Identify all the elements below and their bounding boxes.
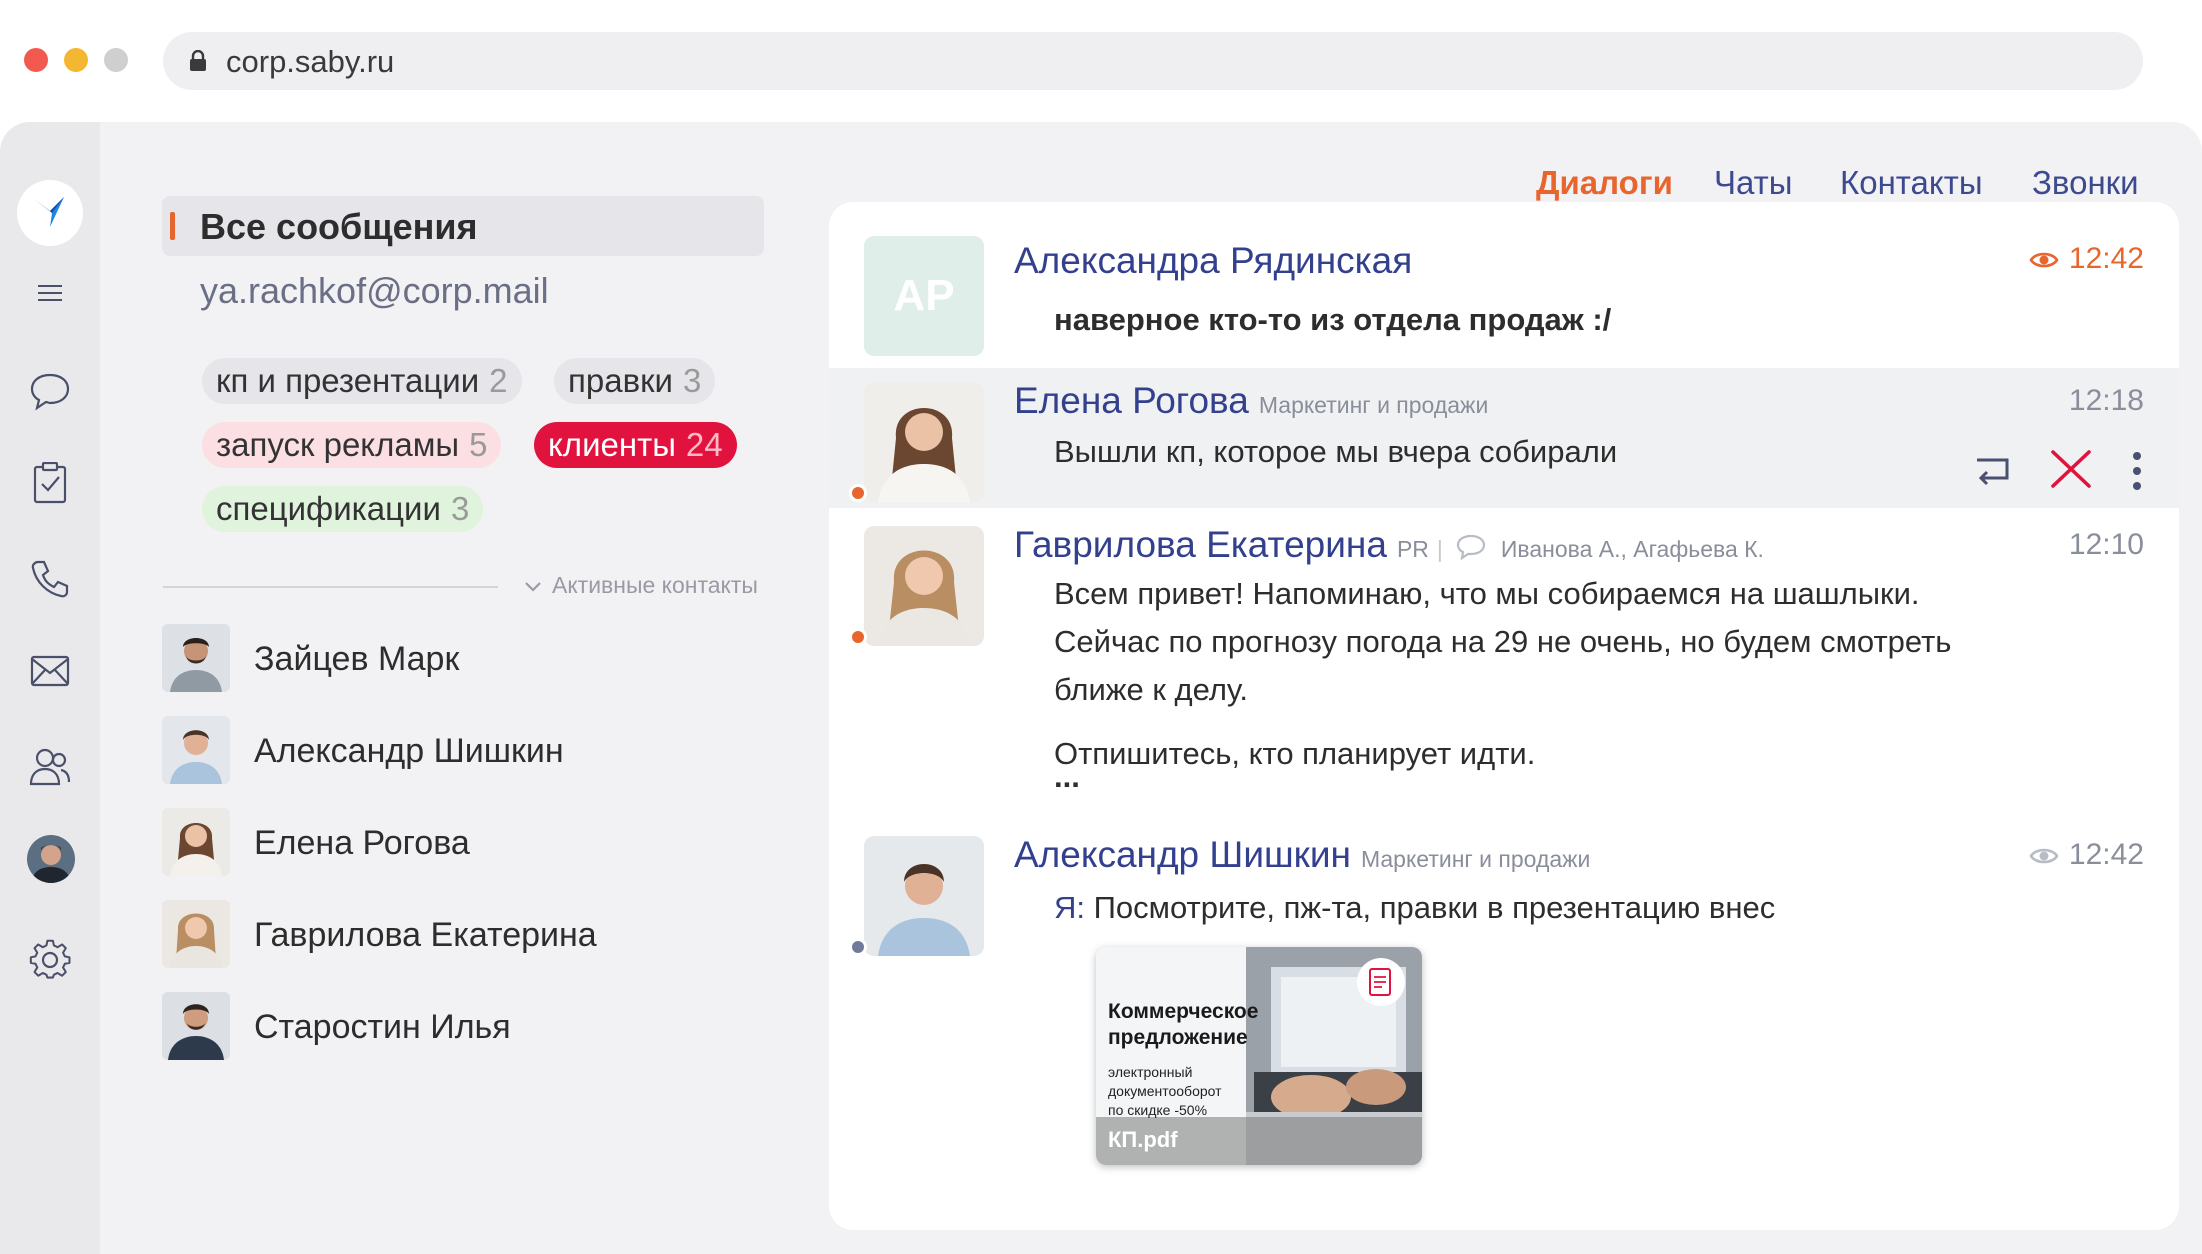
active-marker bbox=[170, 212, 175, 240]
folder-chip[interactable]: запуск рекламы 5 bbox=[202, 422, 502, 468]
minimize-window-button[interactable] bbox=[64, 48, 88, 72]
status-dot bbox=[849, 484, 867, 502]
folder-chip[interactable]: спецификации 3 bbox=[202, 486, 484, 532]
tab-dialogs[interactable]: Диалоги bbox=[1536, 164, 1673, 216]
divider bbox=[163, 586, 498, 588]
contact-name: Александр Шишкин bbox=[254, 732, 564, 770]
avatar bbox=[864, 382, 984, 502]
all-messages-label: Все сообщения bbox=[200, 206, 478, 247]
avatar bbox=[864, 526, 984, 646]
status-dot bbox=[849, 628, 867, 646]
avatar bbox=[864, 836, 984, 956]
tab-contacts[interactable]: Контакты bbox=[1840, 164, 1983, 202]
contact-item[interactable]: Старостин Илья bbox=[162, 992, 722, 1062]
message-text: Я: Посмотрите, пж-та, правки в презентац… bbox=[1054, 890, 1776, 925]
chat-icon[interactable] bbox=[25, 366, 75, 416]
sender-name[interactable]: Александра Рядинская bbox=[1014, 240, 1412, 282]
group-chat-icon bbox=[1456, 535, 1485, 561]
tab-chats[interactable]: Чаты bbox=[1714, 164, 1792, 202]
active-contacts-toggle[interactable]: Активные контакты bbox=[524, 572, 758, 599]
sender-name[interactable]: Елена Рогова Маркетинг и продажи bbox=[1014, 380, 1488, 422]
url-text: corp.saby.ru bbox=[226, 44, 395, 79]
message-time: 12:10 bbox=[2068, 528, 2144, 561]
tab-calls[interactable]: Звонки bbox=[2032, 164, 2139, 202]
attachment-title: Коммерческое предложение bbox=[1108, 1000, 1259, 1049]
message-time: 12:18 bbox=[2068, 384, 2144, 417]
folders-panel: Все сообщения ya.rachkof@corp.mail кп и … bbox=[100, 122, 800, 1254]
browser-chrome: corp.saby.ru bbox=[0, 0, 2202, 122]
contact-item[interactable]: Гаврилова Екатерина bbox=[162, 900, 722, 970]
contact-name: Елена Рогова bbox=[254, 824, 470, 862]
attachment-filename: КП.pdf bbox=[1108, 1127, 1178, 1152]
contact-avatar bbox=[162, 900, 230, 968]
reply-icon[interactable] bbox=[1973, 454, 2011, 486]
message-item[interactable]: Елена Рогова Маркетинг и продажи 12:18 Вы… bbox=[829, 368, 2179, 508]
message-time: 12:42 bbox=[2029, 838, 2144, 872]
message-item[interactable]: Гаврилова Екатерина PR | Иванова А., Агафье… bbox=[829, 512, 2179, 812]
more-icon[interactable] bbox=[2131, 450, 2143, 492]
folder-chip[interactable]: клиенты 24 bbox=[534, 422, 737, 468]
folder-chip[interactable]: правки 3 bbox=[554, 358, 716, 404]
contact-item[interactable]: Александр Шишкин bbox=[162, 716, 722, 786]
contact-item[interactable]: Елена Рогова bbox=[162, 808, 722, 878]
sender-name[interactable]: Гаврилова Екатерина PR | Иванова А., Агафье… bbox=[1014, 524, 1764, 566]
contact-avatar bbox=[162, 716, 230, 784]
mail-icon[interactable] bbox=[25, 646, 75, 696]
settings-icon[interactable] bbox=[25, 934, 75, 984]
phone-icon[interactable] bbox=[25, 554, 75, 604]
contacts-icon[interactable] bbox=[25, 742, 75, 792]
all-messages-item[interactable]: Все сообщения bbox=[162, 196, 764, 256]
sender-name[interactable]: Александр Шишкин Маркетинг и продажи bbox=[1014, 834, 1590, 876]
message-time: 12:42 bbox=[2029, 242, 2144, 276]
lock-icon bbox=[190, 50, 206, 71]
message-text: Вышли кп, которое мы вчера собирали bbox=[1054, 434, 1618, 469]
contact-name: Зайцев Марк bbox=[254, 640, 460, 678]
logo-icon[interactable] bbox=[17, 180, 83, 246]
address-bar[interactable]: corp.saby.ru bbox=[163, 32, 2143, 90]
menu-icon[interactable] bbox=[25, 268, 75, 318]
attachment-card[interactable]: Коммерческое предложение электронный док… bbox=[1096, 947, 1422, 1165]
attachment-subtitle: электронный документооборот по скидке -5… bbox=[1108, 1064, 1222, 1118]
contact-name: Старостин Илья bbox=[254, 1008, 511, 1046]
avatar: АР bbox=[864, 236, 984, 356]
app-window: Все сообщения ya.rachkof@corp.mail кп и … bbox=[0, 122, 2202, 1254]
eye-icon bbox=[2029, 848, 2059, 864]
message-list: АР Александра Рядинская 12:42 наверное к… bbox=[829, 202, 2179, 1230]
eye-icon bbox=[2029, 252, 2059, 268]
close-icon[interactable] bbox=[2049, 448, 2093, 490]
contact-avatar bbox=[162, 624, 230, 692]
chevron-down-icon bbox=[525, 582, 541, 592]
maximize-window-button[interactable] bbox=[104, 48, 128, 72]
status-dot bbox=[849, 938, 867, 956]
message-text: наверное кто-то из отдела продаж :/ bbox=[1054, 302, 1612, 337]
contact-name: Гаврилова Екатерина bbox=[254, 916, 597, 954]
message-item[interactable]: Александр Шишкин Маркетинг и продажи 12:4… bbox=[829, 812, 2179, 1212]
profile-avatar[interactable] bbox=[26, 834, 76, 884]
tasks-icon[interactable] bbox=[25, 458, 75, 508]
account-email[interactable]: ya.rachkof@corp.mail bbox=[200, 270, 549, 312]
contact-avatar bbox=[162, 992, 230, 1060]
close-window-button[interactable] bbox=[24, 48, 48, 72]
nav-rail bbox=[0, 122, 100, 1254]
folder-chip[interactable]: кп и презентации 2 bbox=[202, 358, 522, 404]
contact-avatar bbox=[162, 808, 230, 876]
contact-item[interactable]: Зайцев Марк bbox=[162, 624, 722, 694]
message-text: Всем привет! Напоминаю, что мы собираемс… bbox=[1054, 576, 1952, 794]
message-item[interactable]: АР Александра Рядинская 12:42 наверное к… bbox=[829, 202, 2179, 362]
